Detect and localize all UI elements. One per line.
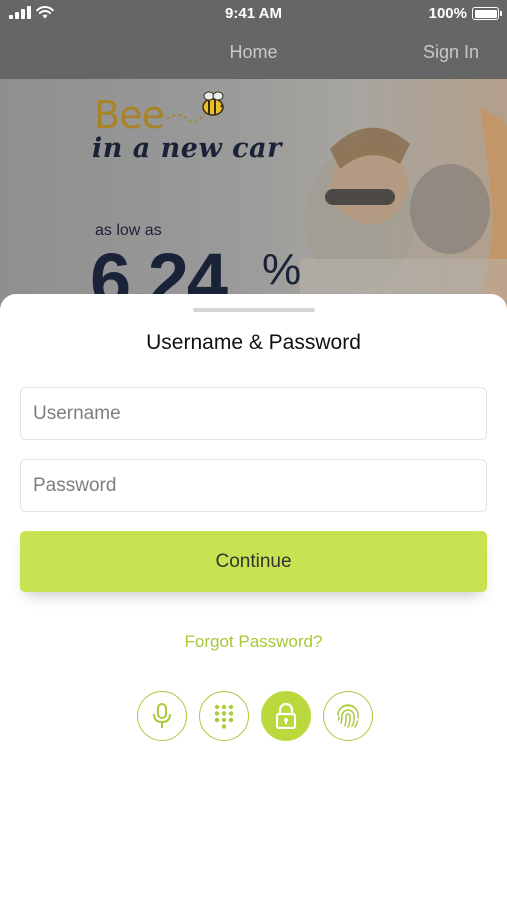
password-field[interactable]: [20, 459, 487, 512]
battery-status: 100%: [428, 5, 502, 22]
forgot-password-link[interactable]: Forgot Password?: [0, 632, 507, 652]
banner-photo: [300, 109, 507, 319]
continue-button[interactable]: Continue: [20, 531, 487, 592]
microphone-icon: [153, 703, 171, 728]
status-bar: 9:41 AM 100%: [0, 0, 507, 28]
pin-auth-button[interactable]: [199, 691, 249, 741]
bee-logo-icon: [166, 91, 224, 123]
auth-method-selector: [137, 691, 373, 741]
brand-bee: Bee: [94, 93, 165, 137]
login-sheet: Username & Password Continue Forgot Pass…: [0, 294, 507, 900]
keypad-icon: [214, 704, 234, 729]
rate-suffix: %: [262, 245, 302, 294]
voice-auth-button[interactable]: [137, 691, 187, 741]
battery-icon: [472, 7, 502, 20]
sign-in-button[interactable]: Sign In: [423, 42, 479, 63]
navigation-bar: Home Sign In: [0, 28, 507, 79]
username-field[interactable]: [20, 387, 487, 440]
fingerprint-auth-button[interactable]: [323, 691, 373, 741]
promo-banner: Bee in a new car as low as 6.24 %: [0, 79, 507, 319]
sheet-title: Username & Password: [146, 331, 361, 354]
fingerprint-icon: [337, 704, 359, 728]
sheet-drag-handle[interactable]: [193, 308, 315, 312]
banner-tagline: in a new car: [92, 133, 282, 164]
lock-icon: [275, 703, 297, 729]
battery-percent: 100%: [428, 5, 467, 22]
password-auth-button[interactable]: [261, 691, 311, 741]
